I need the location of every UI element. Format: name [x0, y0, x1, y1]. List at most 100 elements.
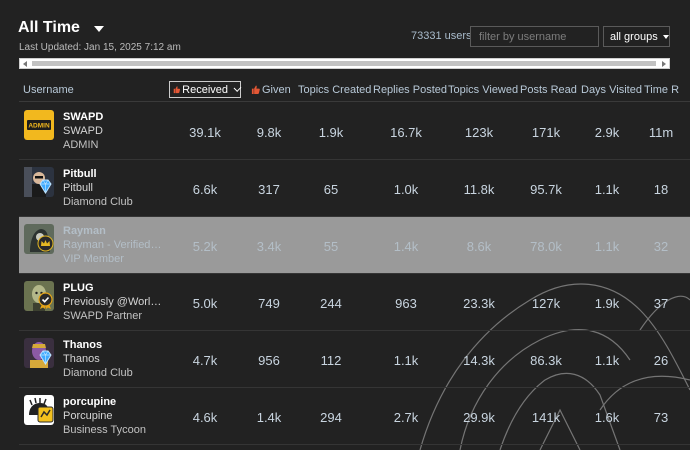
user-count: 73331 users	[411, 30, 472, 42]
given-cell: 3.4k	[256, 239, 282, 254]
user-name[interactable]: Rayman	[63, 225, 106, 237]
chevron-down-icon	[233, 84, 242, 92]
given-cell: 956	[258, 353, 280, 368]
user-group: Business Tycoon	[63, 424, 146, 436]
time-read-cell: 18	[653, 182, 669, 197]
scroll-right-icon[interactable]	[662, 61, 666, 67]
col-username[interactable]: Username	[23, 84, 74, 96]
table-row[interactable]: Thanos Thanos Diamond Club 4.7k 956 112 …	[19, 331, 690, 388]
received-cell: 4.7k	[192, 353, 218, 368]
topics-created-cell: 1.9k	[318, 125, 344, 140]
user-group: ADMIN	[63, 139, 99, 151]
period-label: All Time	[18, 19, 80, 36]
days-visited-cell: 1.6k	[594, 410, 620, 425]
col-posts-read[interactable]: Posts Read	[520, 84, 577, 96]
received-cell: 6.6k	[192, 182, 218, 197]
topics-created-cell: 65	[323, 182, 339, 197]
given-cell: 317	[258, 182, 280, 197]
col-time-read[interactable]: Time R	[644, 84, 679, 96]
topics-viewed-cell: 29.9k	[463, 410, 495, 425]
posts-read-cell: 141k	[531, 410, 561, 425]
verified-badge-icon	[37, 292, 54, 309]
time-read-cell: 11m	[648, 125, 674, 140]
topics-created-cell: 244	[320, 296, 342, 311]
table-row[interactable]: Rayman Rayman - Verified E... VIP Member…	[19, 217, 690, 274]
horizontal-scrollbar[interactable]	[19, 58, 670, 69]
user-name[interactable]: PLUG	[63, 282, 94, 294]
col-received-label: Received	[182, 83, 229, 96]
time-read-cell: 73	[653, 410, 669, 425]
tycoon-icon	[37, 406, 54, 423]
table-row[interactable]: PLUG Previously @Worlds... SWAPD Partner…	[19, 274, 690, 331]
user-title: Thanos	[63, 353, 100, 365]
user-title: Previously @Worlds...	[63, 296, 163, 308]
col-given[interactable]: Given	[251, 84, 291, 96]
received-cell: 5.2k	[192, 239, 218, 254]
table-row[interactable]: porcupine Porcupine Business Tycoon 4.6k…	[19, 388, 690, 445]
topics-viewed-cell: 123k	[464, 125, 494, 140]
user-name[interactable]: porcupine	[63, 396, 116, 408]
posts-read-cell: 127k	[531, 296, 561, 311]
group-filter-label: all groups	[610, 30, 658, 43]
time-read-cell: 37	[653, 296, 669, 311]
admin-logo-avatar[interactable]: ADMIN	[24, 110, 54, 140]
user-name[interactable]: SWAPD	[63, 111, 103, 123]
caret-down-icon	[662, 34, 669, 39]
received-cell: 5.0k	[192, 296, 218, 311]
table-row[interactable]: ADMIN SWAPD SWAPD ADMIN 39.1k 9.8k 1.9k …	[19, 103, 690, 160]
user-name[interactable]: Pitbull	[63, 168, 97, 180]
scrollbar-thumb[interactable]	[32, 61, 656, 66]
scroll-left-icon[interactable]	[23, 61, 27, 67]
topics-created-cell: 55	[323, 239, 339, 254]
received-cell: 4.6k	[192, 410, 218, 425]
topics-viewed-cell: 14.3k	[463, 353, 495, 368]
col-received-sort[interactable]: Received	[169, 81, 242, 98]
time-read-cell: 32	[653, 239, 669, 254]
crown-icon	[37, 235, 54, 252]
user-title: Porcupine	[63, 410, 113, 422]
days-visited-cell: 1.9k	[594, 296, 620, 311]
col-replies-posted[interactable]: Replies Posted	[373, 84, 447, 96]
table-header: Username Received Given Topics Created R…	[19, 80, 690, 102]
received-cell: 39.1k	[189, 125, 221, 140]
user-group: VIP Member	[63, 253, 124, 265]
table-row[interactable]: Pitbull Pitbull Diamond Club 6.6k 317 65…	[19, 160, 690, 217]
given-cell: 1.4k	[256, 410, 282, 425]
user-title: SWAPD	[63, 125, 103, 137]
days-visited-cell: 1.1k	[594, 182, 620, 197]
username-filter-input[interactable]	[470, 26, 599, 47]
last-updated: Last Updated: Jan 15, 2025 7:12 am	[19, 42, 181, 53]
svg-text:ADMIN: ADMIN	[28, 123, 50, 130]
topics-viewed-cell: 11.8k	[463, 182, 495, 197]
replies-posted-cell: 1.1k	[393, 353, 419, 368]
user-title: Rayman - Verified E...	[63, 239, 163, 251]
given-cell: 9.8k	[256, 125, 282, 140]
posts-read-cell: 95.7k	[530, 182, 562, 197]
given-cell: 749	[258, 296, 280, 311]
replies-posted-cell: 16.7k	[390, 125, 422, 140]
topics-viewed-cell: 23.3k	[463, 296, 495, 311]
posts-read-cell: 86.3k	[530, 353, 562, 368]
user-name[interactable]: Thanos	[63, 339, 102, 351]
replies-posted-cell: 963	[395, 296, 417, 311]
user-group: Diamond Club	[63, 367, 133, 379]
days-visited-cell: 1.1k	[594, 239, 620, 254]
topics-viewed-cell: 8.6k	[466, 239, 492, 254]
diamond-icon	[37, 178, 54, 195]
replies-posted-cell: 2.7k	[393, 410, 419, 425]
user-title: Pitbull	[63, 182, 93, 194]
period-selector[interactable]: All Time	[18, 19, 104, 37]
col-given-label: Given	[262, 84, 291, 96]
days-visited-cell: 1.1k	[594, 353, 620, 368]
diamond-icon	[37, 349, 54, 366]
group-filter-select[interactable]: all groups	[603, 26, 670, 47]
posts-read-cell: 171k	[531, 125, 561, 140]
col-topics-viewed[interactable]: Topics Viewed	[448, 84, 518, 96]
thumbs-up-icon	[251, 85, 260, 94]
user-group: Diamond Club	[63, 196, 133, 208]
col-topics-created[interactable]: Topics Created	[298, 84, 371, 96]
col-days-visited[interactable]: Days Visited	[581, 84, 642, 96]
topics-created-cell: 294	[320, 410, 342, 425]
replies-posted-cell: 1.0k	[393, 182, 419, 197]
replies-posted-cell: 1.4k	[393, 239, 419, 254]
